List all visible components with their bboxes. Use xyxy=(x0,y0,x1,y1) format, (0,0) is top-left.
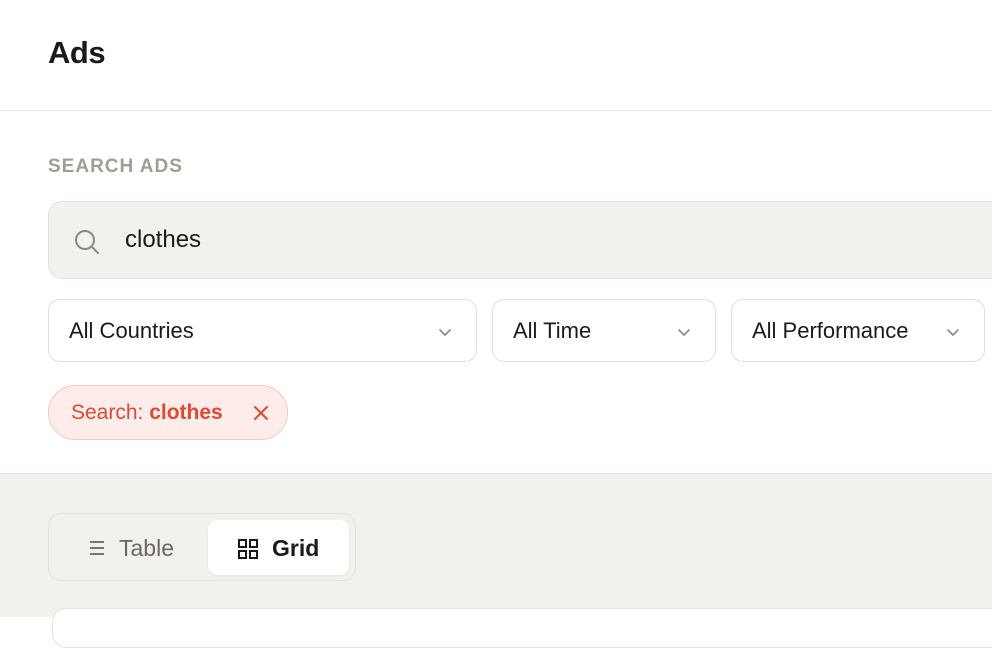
view-toggle: Table Grid xyxy=(48,513,356,581)
table-view-button[interactable]: Table xyxy=(67,520,207,575)
list-icon xyxy=(90,541,104,555)
active-search-filter-chip: Search: clothes xyxy=(48,385,288,440)
search-box[interactable] xyxy=(48,201,992,279)
search-input[interactable] xyxy=(125,220,945,260)
grid-icon xyxy=(238,539,258,559)
chip-text: Search: clothes xyxy=(71,400,223,426)
page-header: Ads xyxy=(0,0,992,111)
time-dropdown[interactable]: All Time xyxy=(492,299,716,362)
time-dropdown-value: All Time xyxy=(513,318,592,343)
countries-dropdown-value: All Countries xyxy=(69,318,194,343)
performance-dropdown-value: All Performance xyxy=(752,318,909,343)
table-view-label: Table xyxy=(119,535,174,561)
search-icon xyxy=(75,230,99,254)
chevron-down-icon xyxy=(678,329,690,336)
performance-dropdown[interactable]: All Performance xyxy=(731,299,985,362)
grid-view-button[interactable]: Grid xyxy=(208,520,349,575)
page-title: Ads xyxy=(48,35,106,70)
chip-prefix: Search: xyxy=(71,401,144,424)
search-section: SEARCH ADS All Countries All Time All Pe… xyxy=(0,111,992,473)
close-icon[interactable] xyxy=(252,404,270,422)
chip-value: clothes xyxy=(149,401,223,424)
search-heading: SEARCH ADS xyxy=(48,156,183,177)
countries-dropdown[interactable]: All Countries xyxy=(48,299,477,362)
chevron-down-icon xyxy=(439,329,451,336)
results-area: Table Grid xyxy=(0,473,992,648)
grid-view-label: Grid xyxy=(272,535,320,561)
chevron-down-icon xyxy=(947,329,959,336)
ad-card[interactable] xyxy=(52,608,992,648)
